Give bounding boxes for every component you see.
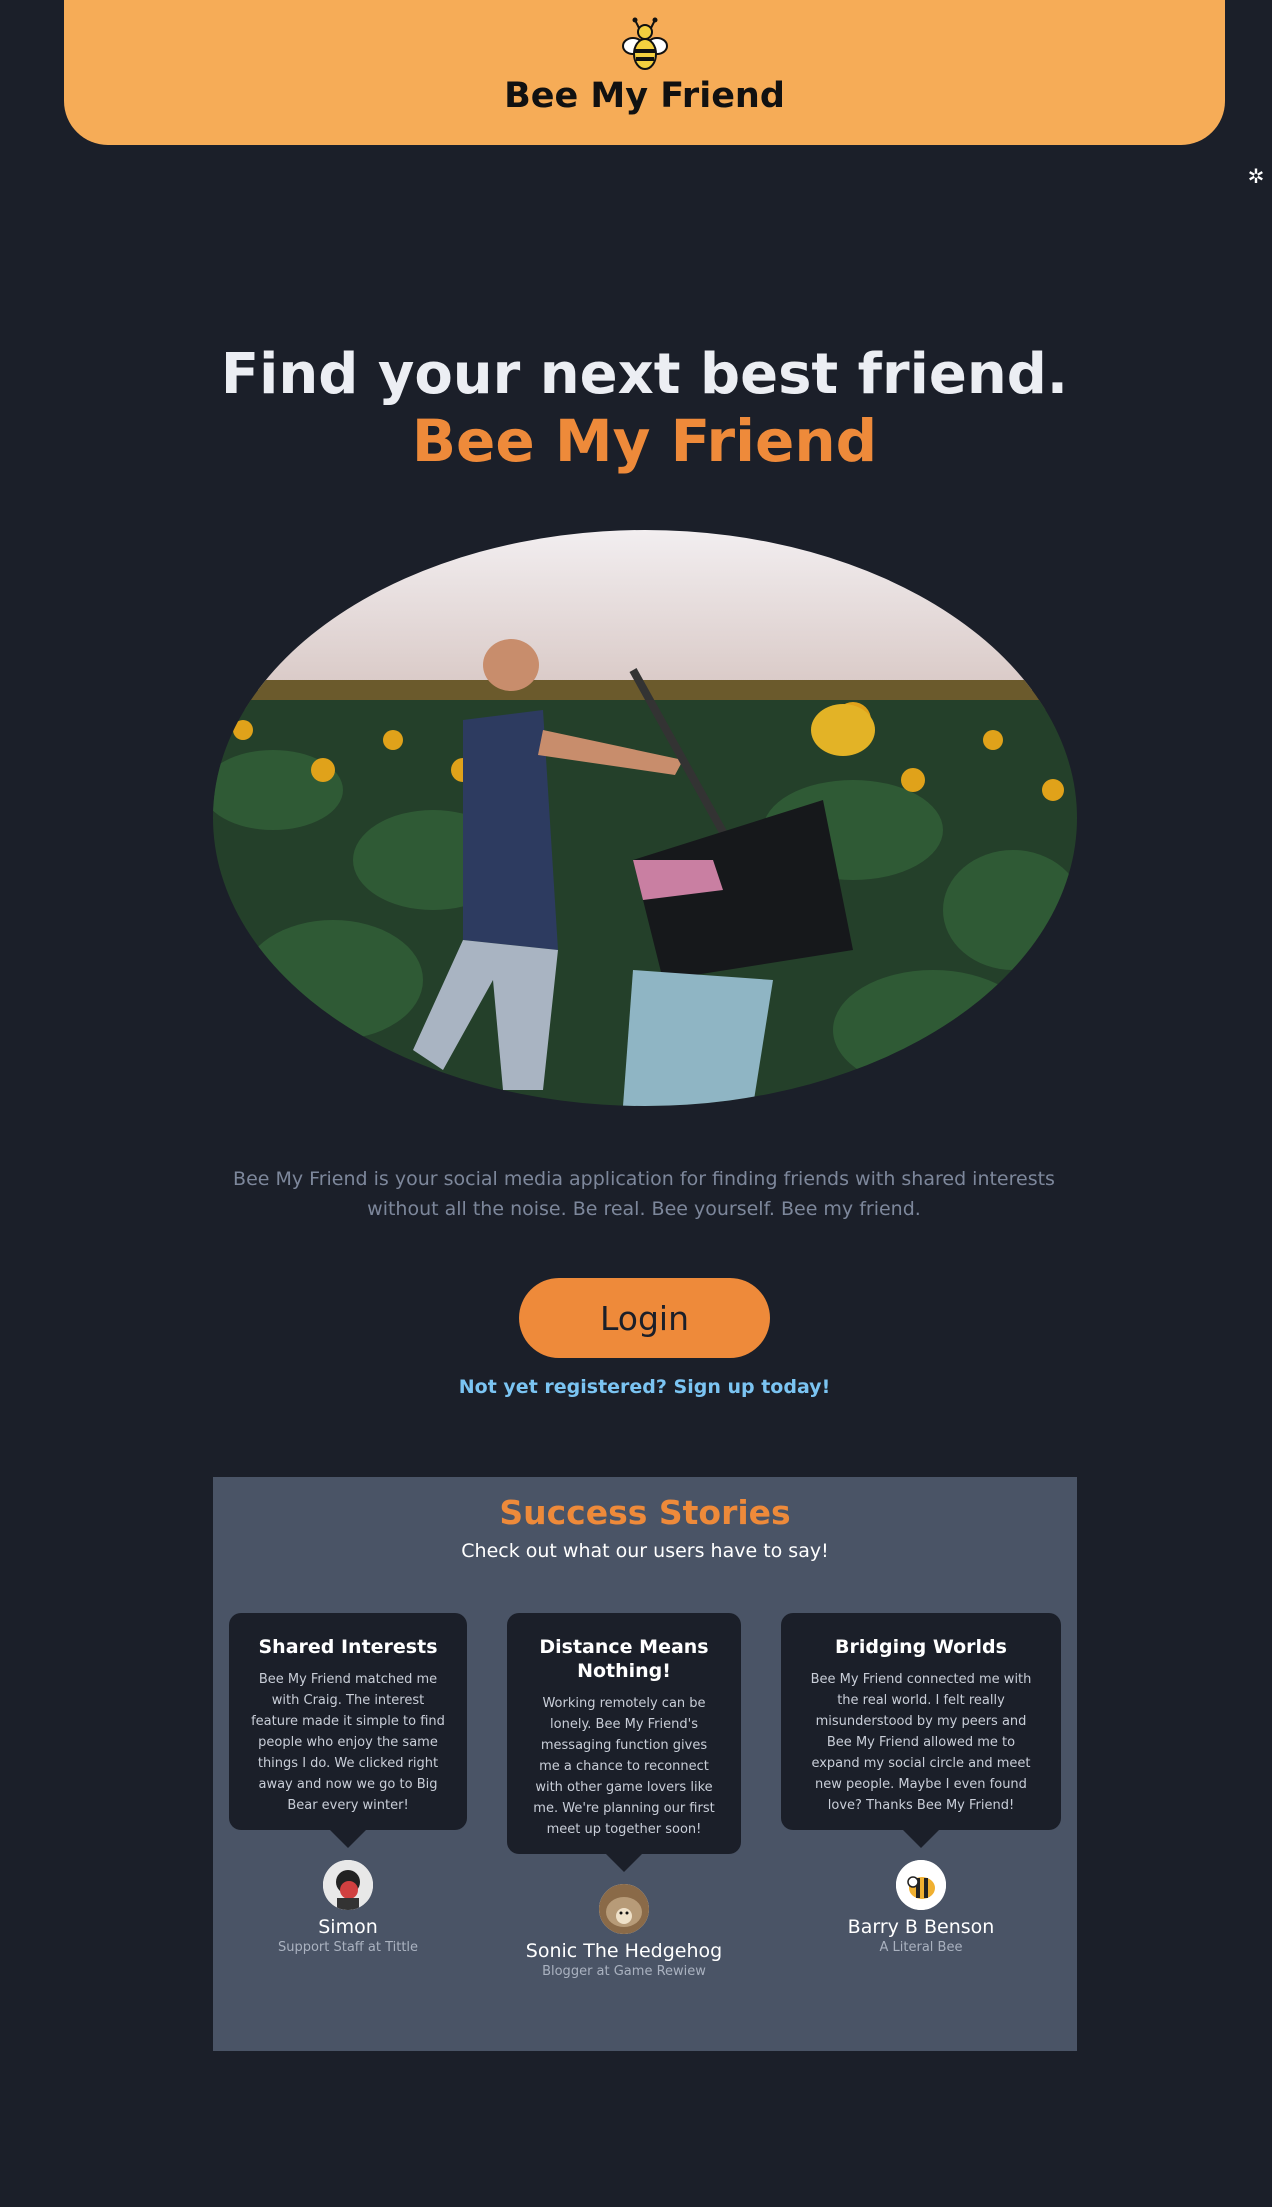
story-bubble: Bridging Worlds Bee My Friend connected … xyxy=(781,1613,1061,1848)
site-header: Bee My Friend xyxy=(64,0,1225,145)
stories-title: Success Stories xyxy=(499,1493,791,1532)
bee-icon xyxy=(621,17,668,70)
story-title: Bridging Worlds xyxy=(835,1636,1007,1658)
story-card: Distance Means Nothing! Working remotely… xyxy=(507,1613,741,1979)
app-description: Bee My Friend is your social media appli… xyxy=(233,1168,1055,1220)
story-text: Working remotely can be lonely. Bee My F… xyxy=(533,1696,715,1837)
story-text: Bee My Friend connected me with the real… xyxy=(810,1672,1032,1813)
stories-subtitle: Check out what our users have to say! xyxy=(461,1540,829,1562)
brand-title: Bee My Friend xyxy=(504,76,785,116)
story-title: Shared Interests xyxy=(258,1636,438,1658)
hero-title: Find your next best friend. xyxy=(220,342,1069,407)
story-title: Distance Means Nothing! xyxy=(539,1636,709,1682)
login-button[interactable]: Login xyxy=(519,1278,770,1358)
story-author: Barry B Benson xyxy=(847,1916,995,1938)
avatar xyxy=(599,1884,649,1934)
avatar xyxy=(896,1860,946,1910)
story-role: A Literal Bee xyxy=(879,1940,963,1955)
success-stories-section: Success Stories Check out what our users… xyxy=(213,1477,1077,2051)
gear-icon[interactable]: ✲ xyxy=(1246,166,1266,186)
signup-link[interactable]: Not yet registered? Sign up today! xyxy=(0,1376,1272,1398)
avatar xyxy=(323,1860,373,1910)
story-role: Support Staff at Tittle xyxy=(277,1940,419,1955)
story-author: Sonic The Hedgehog xyxy=(525,1940,723,1962)
story-role: Blogger at Game Rewiew xyxy=(542,1964,706,1979)
story-text: Bee My Friend matched me with Craig. The… xyxy=(251,1672,445,1813)
story-bubble: Shared Interests Bee My Friend matched m… xyxy=(229,1613,467,1848)
story-author: Simon xyxy=(318,1916,378,1938)
story-card: Bridging Worlds Bee My Friend connected … xyxy=(781,1613,1061,1955)
story-card: Shared Interests Bee My Friend matched m… xyxy=(229,1613,467,1955)
hero-subtitle: Bee My Friend xyxy=(411,407,878,475)
hero-image xyxy=(213,530,1077,1106)
page: Bee My Friend ✲ Find your next best frie… xyxy=(0,0,1272,2207)
story-bubble: Distance Means Nothing! Working remotely… xyxy=(507,1613,741,1872)
